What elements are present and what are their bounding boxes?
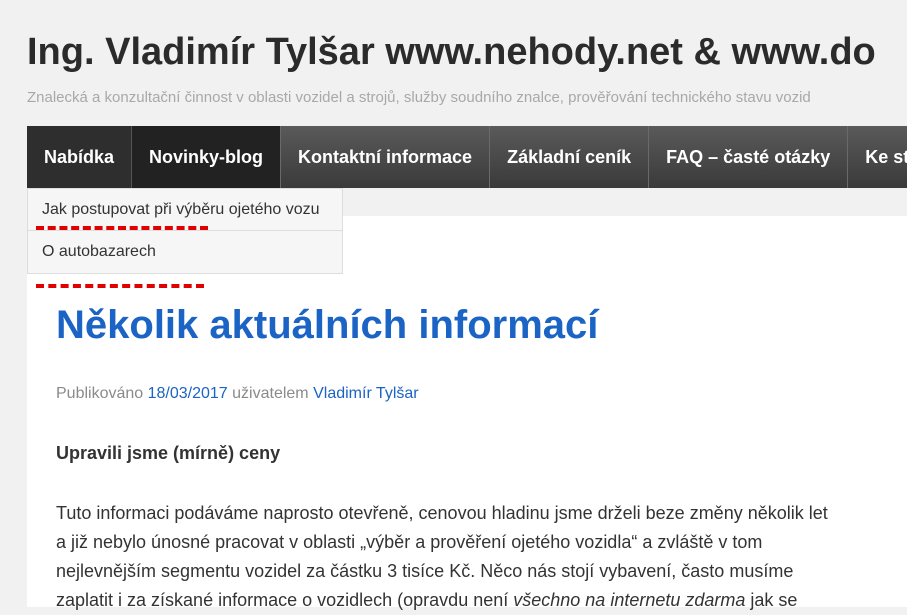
meta-by: uživatelem	[232, 385, 309, 402]
paragraph-line: nejlevnějším segmentu vozidel za částku …	[56, 561, 794, 581]
last-line-emphasis: všechno na internetu zdarma	[513, 590, 746, 610]
main-navigation: Nabídka Novinky-blog Kontaktní informace…	[27, 126, 907, 188]
post-paragraph: Tuto informaci podáváme naprosto otevřen…	[56, 499, 896, 615]
annotation-underline-1	[36, 226, 208, 230]
submenu-item-o-autobazarech[interactable]: O autobazarech	[28, 231, 342, 273]
annotation-underline-2	[36, 284, 204, 288]
nav-item-nabidka[interactable]: Nabídka	[27, 126, 133, 188]
post-meta: Publikováno 18/03/2017 uživatelem Vladim…	[56, 384, 419, 404]
post-title[interactable]: Několik aktuálních informací	[56, 301, 598, 349]
post-date-link[interactable]: 18/03/2017	[148, 385, 228, 402]
last-line-start: zaplatit i za získané informace o vozidl…	[56, 590, 514, 610]
site-title[interactable]: Ing. Vladimír Tylšar www.nehody.net & ww…	[27, 30, 876, 74]
nav-item-zakladni-cenik[interactable]: Základní ceník	[490, 126, 650, 188]
last-line-end: jak se	[745, 590, 798, 610]
meta-prefix: Publikováno	[56, 385, 144, 402]
nav-item-novinky-blog[interactable]: Novinky-blog	[132, 126, 282, 188]
dropdown-submenu: Jak postupovat při výběru ojetého vozu O…	[27, 188, 343, 274]
post-subheading: Upravili jsme (mírně) ceny	[56, 443, 281, 463]
submenu-item-vyber-ojeteho-vozu[interactable]: Jak postupovat při výběru ojetého vozu	[28, 189, 342, 231]
site-description: Znalecká a konzultační činnost v oblasti…	[27, 89, 811, 106]
post-author-link[interactable]: Vladimír Tylšar	[313, 385, 419, 402]
paragraph-line: a již nebylo únosné pracovat v oblasti „…	[56, 532, 763, 552]
paragraph-line-last: zaplatit i za získané informace o vozidl…	[56, 586, 896, 615]
nav-item-ke-stazeni[interactable]: Ke staz	[848, 126, 907, 188]
nav-item-faq[interactable]: FAQ – časté otázky	[649, 126, 849, 188]
paragraph-line: Tuto informaci podáváme naprosto otevřen…	[56, 503, 828, 523]
nav-item-kontaktni-informace[interactable]: Kontaktní informace	[281, 126, 491, 188]
